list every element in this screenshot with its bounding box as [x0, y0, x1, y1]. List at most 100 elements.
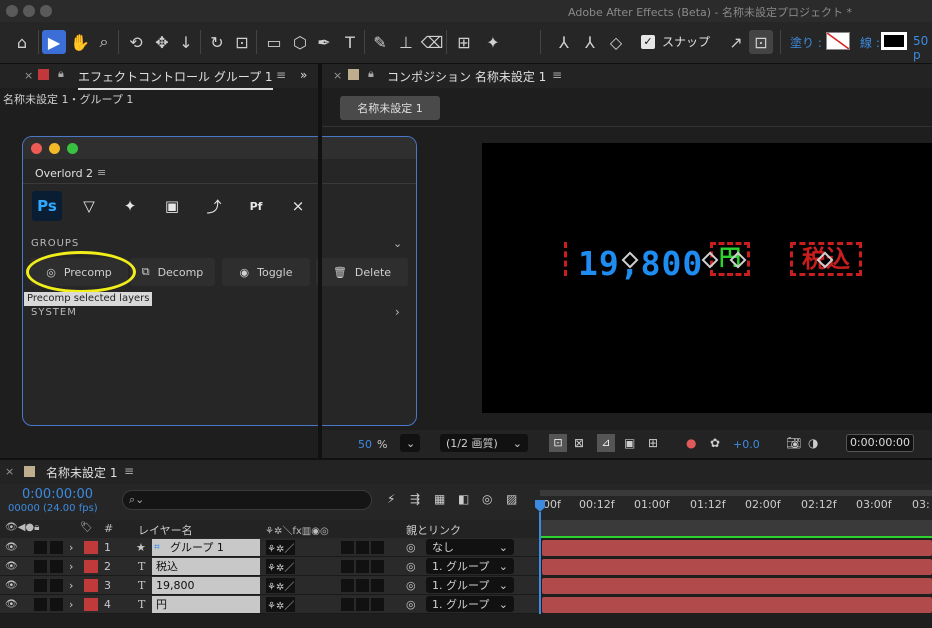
- zoom-window-button[interactable]: [40, 5, 52, 17]
- parent-dropdown[interactable]: 1. グループ ⌄: [426, 558, 514, 574]
- selection-tool-icon[interactable]: ▶: [42, 30, 66, 54]
- label-color[interactable]: [84, 559, 98, 573]
- photoshop-icon[interactable]: Ps: [32, 191, 62, 221]
- flip-icon[interactable]: ▽: [74, 191, 104, 221]
- comp-flowchart-button[interactable]: 名称未設定 1: [340, 96, 440, 120]
- tab-composition[interactable]: コンポジション 名称未設定 1: [387, 68, 546, 85]
- comp-menu-icon[interactable]: ≡: [552, 68, 562, 82]
- snap-target-icon[interactable]: ⊡: [749, 30, 773, 54]
- layer-duration-bar[interactable]: [542, 578, 932, 594]
- comp-markers-icon[interactable]: ▨: [506, 492, 517, 506]
- roto-brush-tool-icon[interactable]: ⊞: [452, 30, 476, 54]
- world-axis-icon[interactable]: ⅄: [578, 30, 602, 54]
- switch-box[interactable]: [356, 597, 369, 611]
- close-panel-icon[interactable]: ×: [24, 69, 33, 82]
- text-tool-icon[interactable]: T: [338, 30, 362, 54]
- snapshot-icon[interactable]: 📷︎: [786, 436, 801, 450]
- rectangle-tool-icon[interactable]: ▭: [262, 30, 286, 54]
- cross-arrows-icon[interactable]: ⨯: [283, 191, 313, 221]
- solo-toggle[interactable]: [34, 597, 47, 611]
- decomp-button[interactable]: ⧉ Decomp: [130, 258, 215, 286]
- zoom-value[interactable]: 50: [358, 438, 372, 451]
- snap-edge-icon[interactable]: ↗: [724, 30, 748, 54]
- local-axis-icon[interactable]: ⅄: [552, 30, 576, 54]
- layer-duration-bar[interactable]: [542, 597, 932, 613]
- export-icon[interactable]: ⤴: [199, 191, 229, 221]
- view-axis-icon[interactable]: ◇: [604, 30, 628, 54]
- layer-name[interactable]: 円: [152, 595, 260, 613]
- timeline-search-input[interactable]: ⌕⌄: [122, 490, 372, 510]
- lock-toggle[interactable]: [50, 597, 63, 611]
- pickwhip-icon[interactable]: ◎: [406, 598, 416, 611]
- minimize-window-button[interactable]: [23, 5, 35, 17]
- stroke-swatch[interactable]: [881, 32, 907, 50]
- expand-panels-icon[interactable]: »: [300, 68, 307, 82]
- puppet-pin-tool-icon[interactable]: ✦: [481, 30, 505, 54]
- layer-name[interactable]: グループ 1: [152, 538, 260, 556]
- switch-box[interactable]: [356, 559, 369, 573]
- snap-checkbox[interactable]: ✓: [641, 35, 655, 49]
- pickwhip-icon[interactable]: ◎: [406, 541, 416, 554]
- price-text[interactable]: 19,800: [578, 244, 703, 283]
- color-management-icon[interactable]: ✿: [710, 436, 720, 450]
- hand-tool-icon[interactable]: ✋: [68, 30, 92, 54]
- layer-duration-bar[interactable]: [542, 540, 932, 556]
- switch-box[interactable]: [371, 540, 384, 554]
- switch-box[interactable]: [341, 540, 354, 554]
- film-icon[interactable]: ▣: [157, 191, 187, 221]
- col-layer-name[interactable]: レイヤー名: [138, 522, 193, 538]
- show-snapshot-icon[interactable]: ◑: [808, 436, 818, 450]
- tab-effect-controls[interactable]: エフェクトコントロール グループ 1: [78, 68, 273, 90]
- mask-path-icon[interactable]: ⊿: [597, 434, 615, 452]
- overlord-close-button[interactable]: [31, 143, 42, 154]
- delete-button[interactable]: 🗑︎ Delete: [316, 258, 408, 286]
- visibility-eye-icon[interactable]: 👁︎: [5, 599, 18, 610]
- fast-preview-icon[interactable]: ⊡: [549, 434, 567, 452]
- chevron-right-icon[interactable]: ›: [395, 305, 400, 319]
- overlord-menu-icon[interactable]: ≡: [97, 166, 106, 179]
- parent-dropdown[interactable]: 1. グループ ⌄: [426, 577, 514, 593]
- label-color[interactable]: [84, 540, 98, 554]
- timeline-current-time[interactable]: 0:00:00:00: [22, 487, 93, 502]
- shy-layers-icon[interactable]: ⇶: [410, 492, 420, 506]
- table-row[interactable]: 👁︎ › 1 ★ グループ 1 ⌗ ⚘✲／ ◎ なし ⌄: [0, 538, 540, 557]
- burst-icon[interactable]: ✦: [115, 191, 145, 221]
- switch-box[interactable]: [356, 578, 369, 592]
- switch-box[interactable]: [371, 578, 384, 592]
- draft-3d-icon[interactable]: ⚡: [387, 492, 395, 506]
- grid-guides-icon[interactable]: ⊞: [648, 436, 658, 450]
- solo-toggle[interactable]: [34, 559, 47, 573]
- rotate-tool-icon[interactable]: ↻: [205, 30, 229, 54]
- panel-menu-icon[interactable]: ≡: [276, 68, 286, 82]
- transparency-grid-icon[interactable]: ⊠: [574, 436, 584, 450]
- shy-switch-icon[interactable]: ⚘✲／: [266, 539, 296, 555]
- visibility-eye-icon[interactable]: 👁︎: [5, 561, 18, 572]
- 3d-box-tool-icon[interactable]: ⬡: [288, 30, 312, 54]
- parent-dropdown[interactable]: なし ⌄: [426, 539, 514, 555]
- shy-switch-icon[interactable]: ⚘✲／: [266, 596, 296, 612]
- fill-swatch[interactable]: [826, 32, 850, 50]
- composition-canvas[interactable]: 19,800 円 税込: [482, 143, 932, 413]
- orbit-camera-icon[interactable]: ⟲: [124, 30, 148, 54]
- layer-duration-bar[interactable]: [542, 559, 932, 575]
- brush-tool-icon[interactable]: ✎: [368, 30, 392, 54]
- close-comp-icon[interactable]: ×: [333, 69, 342, 82]
- switch-box[interactable]: [371, 559, 384, 573]
- expand-arrow-icon[interactable]: ›: [69, 541, 73, 554]
- stroke-width-value[interactable]: 50 p: [913, 34, 932, 62]
- overlord-minimize-button[interactable]: [49, 143, 60, 154]
- current-time-display[interactable]: 0:00:00:00: [846, 434, 914, 452]
- chevron-down-icon[interactable]: ⌄: [393, 237, 402, 250]
- anchor-point-tool-icon[interactable]: ⊡: [230, 30, 254, 54]
- pan-camera-icon[interactable]: ✥: [150, 30, 174, 54]
- resolution-dropdown[interactable]: (1/2 画質) ⌄: [440, 434, 528, 452]
- expand-arrow-icon[interactable]: ›: [69, 598, 73, 611]
- switch-box[interactable]: [356, 540, 369, 554]
- layer-name[interactable]: 19,800: [152, 576, 260, 594]
- shy-switch-icon[interactable]: ⚘✲／: [266, 577, 296, 593]
- pen-tool-icon[interactable]: ✒: [312, 30, 336, 54]
- pickwhip-icon[interactable]: ◎: [406, 560, 416, 573]
- table-row[interactable]: 👁︎ › 4 T 円 ⚘✲／ ◎ 1. グループ ⌄: [0, 595, 540, 614]
- lock-toggle[interactable]: [50, 578, 63, 592]
- expand-arrow-icon[interactable]: ›: [69, 560, 73, 573]
